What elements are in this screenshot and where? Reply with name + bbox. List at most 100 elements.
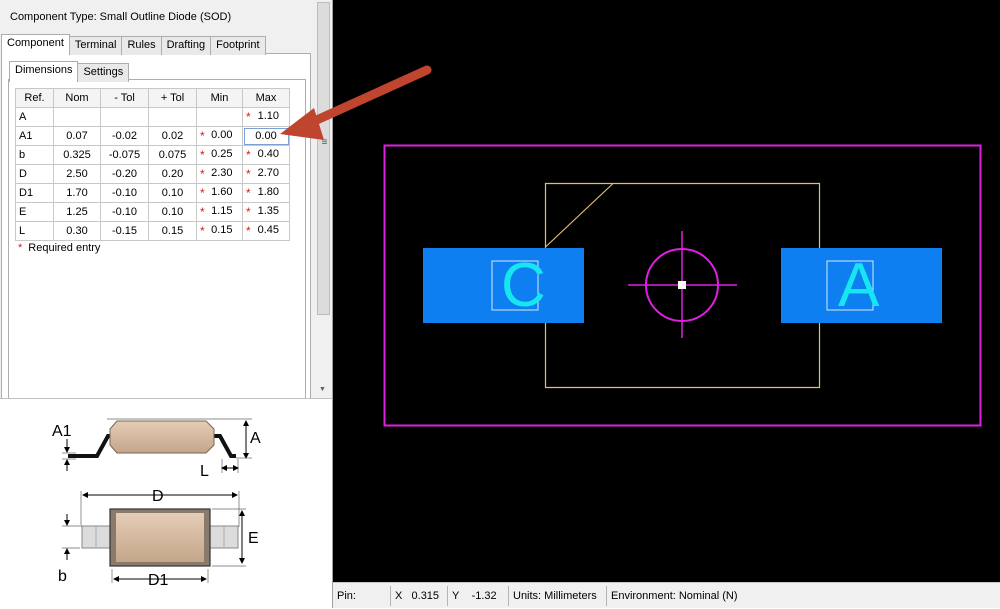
table-row: b0.325-0.0750.0750.250.40 [15, 145, 290, 165]
status-environment: Environment: Nominal (N) [611, 589, 738, 602]
sub-tab-strip: Dimensions Settings [9, 61, 130, 82]
tab-rules[interactable]: Rules [121, 36, 162, 55]
scroll-thumb[interactable]: ≡ [317, 2, 330, 315]
package-diagram: A1 A L D E b D1 [0, 398, 333, 608]
column-header-max: Max [242, 88, 290, 108]
cell-max-input[interactable]: 0.45 [242, 221, 290, 241]
status-bar: Pin: X 0.315 Y -1.32 Units: Millimeters … [333, 582, 1000, 608]
cell-minus-tol-input[interactable]: -0.10 [100, 183, 149, 203]
cell-plus-tol-input[interactable]: 0.075 [148, 145, 197, 165]
status-y-value: -1.32 [471, 589, 497, 602]
table-row: L0.30-0.150.150.150.45 [15, 221, 290, 241]
cell-plus-tol-input[interactable]: 0.10 [148, 183, 197, 203]
cell-min-input[interactable]: 1.15 [196, 202, 243, 222]
tab-footprint[interactable]: Footprint [210, 36, 266, 55]
cell-max-input[interactable]: 2.70 [242, 164, 290, 184]
cell-nom-input[interactable]: 0.325 [53, 145, 101, 165]
column-header-ref: Ref. [15, 88, 54, 108]
cell-ref: E [15, 202, 54, 222]
cell-max-input[interactable]: 1.10 [242, 107, 290, 127]
origin-marker-icon [628, 231, 737, 338]
footprint-drawing[interactable]: C A [333, 0, 1000, 582]
label-e: E [248, 530, 259, 547]
column-header-min: Min [196, 88, 243, 108]
status-x-label: X [395, 589, 403, 602]
scroll-grip-icon: ≡ [321, 137, 328, 148]
cell-ref: D1 [15, 183, 54, 203]
column-header-minus-tol: - Tol [100, 88, 149, 108]
cell-min-input[interactable]: 0.00 [196, 126, 243, 146]
cell-plus-tol-input[interactable]: 0.15 [148, 221, 197, 241]
table-row: A 1.10 [15, 107, 290, 127]
status-units: Units: Millimeters [509, 585, 607, 606]
cell-ref: D [15, 164, 54, 184]
cell-nom-input[interactable]: 1.70 [53, 183, 101, 203]
table-row: A10.07-0.020.020.000.00 [15, 126, 290, 146]
label-l: L [200, 463, 209, 480]
cell-max-input[interactable]: 1.35 [242, 202, 290, 222]
status-y: Y -1.32 [448, 585, 509, 606]
cell-minus-tol-input[interactable] [100, 107, 149, 127]
cell-nom-input[interactable]: 1.25 [53, 202, 101, 222]
dialog-scrollbar[interactable]: ≡ ▼ [316, 0, 331, 398]
table-row: D11.70-0.100.101.601.80 [15, 183, 290, 203]
cell-max-input[interactable]: 0.00 [242, 126, 290, 146]
cell-min-input[interactable] [196, 107, 243, 127]
tab-dimensions[interactable]: Dimensions [9, 61, 79, 82]
cell-min-input[interactable]: 1.60 [196, 183, 243, 203]
status-y-label: Y [452, 589, 460, 602]
cell-plus-tol-input[interactable]: 0.02 [148, 126, 197, 146]
component-type-label: Component Type: Small Outline Diode (SOD… [10, 11, 232, 23]
table-header-row: Ref. Nom - Tol + Tol Min Max [15, 88, 290, 108]
status-x: X 0.315 [391, 585, 448, 606]
cell-plus-tol-input[interactable] [148, 107, 197, 127]
table-row: D2.50-0.200.202.302.70 [15, 164, 290, 184]
tab-component[interactable]: Component [1, 34, 70, 55]
label-d1: D1 [148, 572, 169, 589]
cell-plus-tol-input[interactable]: 0.20 [148, 164, 197, 184]
label-b: b [58, 568, 67, 585]
cell-nom-input[interactable]: 0.07 [53, 126, 101, 146]
top-view-lead-left [81, 525, 113, 549]
cell-max-input[interactable]: 0.40 [242, 145, 290, 165]
column-header-nom: Nom [53, 88, 101, 108]
tab-terminal[interactable]: Terminal [68, 36, 123, 55]
pin-label-c: C [501, 251, 546, 320]
table-row: E1.25-0.100.101.151.35 [15, 202, 290, 222]
cell-ref: A [15, 107, 54, 127]
column-header-plus-tol: + Tol [148, 88, 197, 108]
dimensions-table: Ref. Nom - Tol + Tol Min Max A1.10A10.07… [15, 88, 290, 241]
required-entry-label: Required entry [28, 242, 101, 254]
cell-ref: A1 [15, 126, 54, 146]
cell-min-input[interactable]: 0.15 [196, 221, 243, 241]
cell-minus-tol-input[interactable]: -0.10 [100, 202, 149, 222]
tab-settings[interactable]: Settings [77, 63, 130, 82]
cell-min-input[interactable]: 0.25 [196, 145, 243, 165]
side-view-lead-right [212, 434, 236, 458]
cell-nom-input[interactable]: 0.30 [53, 221, 101, 241]
top-view-lead-right [207, 525, 239, 549]
pin-label-a: A [838, 251, 880, 320]
cell-ref: L [15, 221, 54, 241]
footprint-canvas[interactable]: C A [333, 0, 1000, 582]
tab-drafting[interactable]: Drafting [160, 36, 212, 55]
required-entry-note: * Required entry [18, 242, 100, 254]
label-d: D [152, 488, 164, 505]
cell-minus-tol-input[interactable]: -0.15 [100, 221, 149, 241]
status-x-value: 0.315 [411, 589, 440, 602]
cell-nom-input[interactable] [53, 107, 101, 127]
scroll-down-arrow-icon[interactable]: ▼ [319, 386, 326, 393]
component-dialog: Component Type: Small Outline Diode (SOD… [0, 0, 333, 398]
cell-minus-tol-input[interactable]: -0.02 [100, 126, 149, 146]
package-drawing: A1 A L D E b D1 [52, 418, 261, 589]
cell-plus-tol-input[interactable]: 0.10 [148, 202, 197, 222]
side-view-body [109, 420, 215, 454]
label-a: A [250, 430, 261, 447]
cell-nom-input[interactable]: 2.50 [53, 164, 101, 184]
cell-minus-tol-input[interactable]: -0.20 [100, 164, 149, 184]
cell-minus-tol-input[interactable]: -0.075 [100, 145, 149, 165]
required-star: * [18, 242, 23, 254]
cell-max-input[interactable]: 1.80 [242, 183, 290, 203]
cell-min-input[interactable]: 2.30 [196, 164, 243, 184]
cell-ref: b [15, 145, 54, 165]
